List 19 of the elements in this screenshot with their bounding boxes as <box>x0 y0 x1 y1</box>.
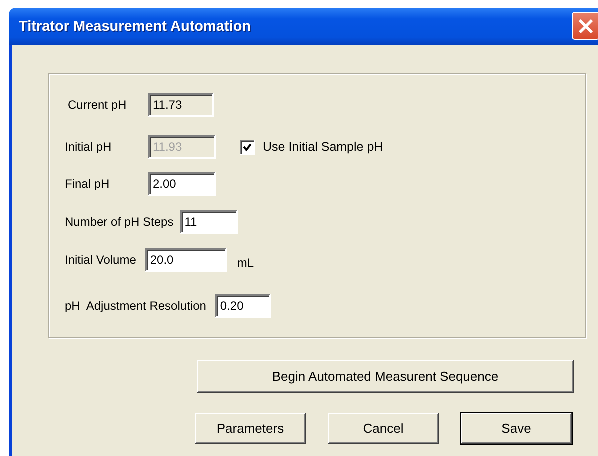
input-field[interactable]: 11.73 <box>148 93 214 117</box>
input-field[interactable]: 2.00 <box>148 172 216 196</box>
begin-button[interactable]: Begin Automated Measurent Sequence <box>197 360 574 393</box>
checkbox-label: Use Initial Sample pH <box>263 140 384 154</box>
window-title: Titrator Measurement Automation <box>19 18 252 34</box>
input-field[interactable]: 11 <box>180 210 238 234</box>
field-label: Number of pH Steps <box>65 215 174 229</box>
checkbox[interactable] <box>240 140 255 154</box>
input-field[interactable]: 20.0 <box>145 248 228 272</box>
field-label: pH Adjustment Resolution <box>65 299 206 313</box>
dialog-button[interactable]: Parameters <box>195 413 306 444</box>
field-label: Initial Volume <box>65 253 136 267</box>
field-label: Current pH <box>68 98 128 112</box>
field-label: Final pH <box>65 177 111 191</box>
input-field[interactable]: 0.20 <box>215 294 272 318</box>
dialog-button[interactable]: Cancel <box>328 413 439 444</box>
field-label: Initial pH <box>65 140 113 154</box>
dialog-button[interactable]: Save <box>461 413 572 444</box>
unit-label: mL <box>237 256 254 270</box>
